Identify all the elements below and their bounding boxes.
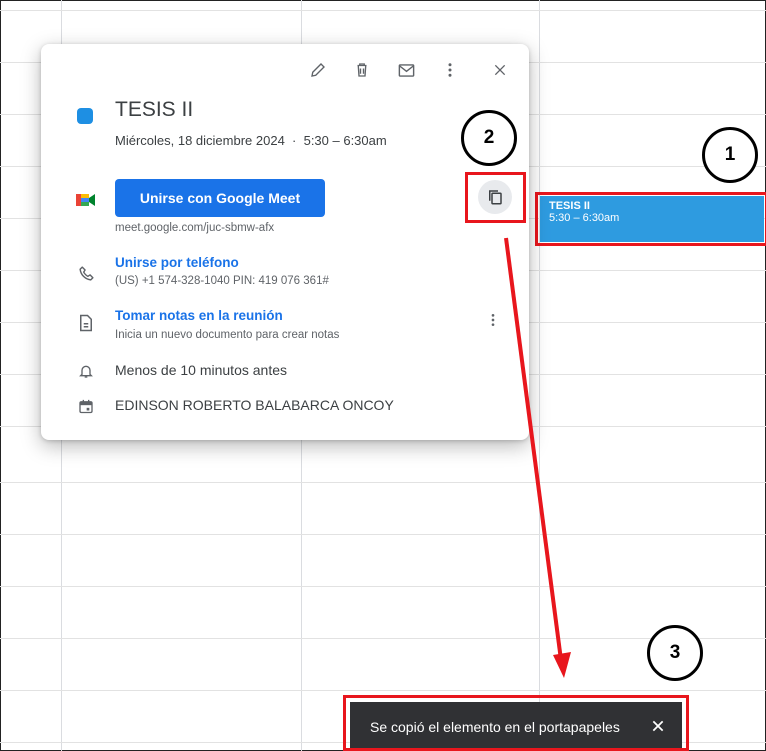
step-marker-3: 3 (647, 625, 703, 681)
step-marker-1: 1 (702, 127, 758, 183)
step-marker-2: 2 (461, 110, 517, 166)
highlight-box-toast (343, 695, 689, 751)
